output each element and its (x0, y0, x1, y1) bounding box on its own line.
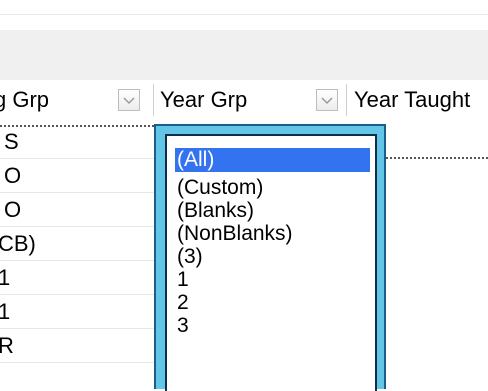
chevron-down-icon (123, 97, 135, 105)
header-year-grp[interactable]: Year Grp (160, 80, 310, 120)
chevron-down-icon (321, 97, 333, 105)
year-grp-filter-button[interactable] (316, 89, 338, 111)
toolbar (0, 30, 488, 80)
row-focus-line-right (386, 157, 488, 159)
table-row[interactable]: R (0, 329, 154, 363)
table-row[interactable]: CB) (0, 227, 154, 261)
filter-option-3-count[interactable]: (3) (175, 245, 203, 269)
filter-option-all[interactable]: (All) (175, 148, 370, 172)
filter-option-nonblanks[interactable]: (NonBlanks) (175, 222, 293, 246)
filter-option-blanks[interactable]: (Blanks) (175, 199, 254, 223)
table-row[interactable]: O (0, 193, 154, 227)
reg-grp-filter-button[interactable] (118, 89, 140, 111)
table-row[interactable]: 1 (0, 261, 154, 295)
grid-header-row: g Grp Year Grp Year Taught (0, 80, 488, 120)
header-reg-grp[interactable]: g Grp (0, 80, 116, 120)
table-row[interactable]: 1 (0, 295, 154, 329)
filter-option-3[interactable]: 3 (175, 314, 189, 338)
header-separator (346, 84, 347, 116)
header-year-taught[interactable]: Year Taught (354, 80, 488, 120)
filter-option-custom[interactable]: (Custom) (175, 176, 263, 200)
filter-options-list[interactable]: (All) (Custom) (Blanks) (NonBlanks) (3) … (165, 134, 377, 391)
header-separator (153, 84, 154, 116)
top-divider (0, 14, 488, 15)
filter-option-2[interactable]: 2 (175, 291, 189, 315)
year-grp-filter-dropdown: (All) (Custom) (Blanks) (NonBlanks) (3) … (154, 124, 386, 391)
table-row[interactable]: O (0, 159, 154, 193)
filter-option-1[interactable]: 1 (175, 268, 189, 292)
table-row[interactable]: S (0, 125, 154, 159)
top-band (0, 0, 488, 30)
